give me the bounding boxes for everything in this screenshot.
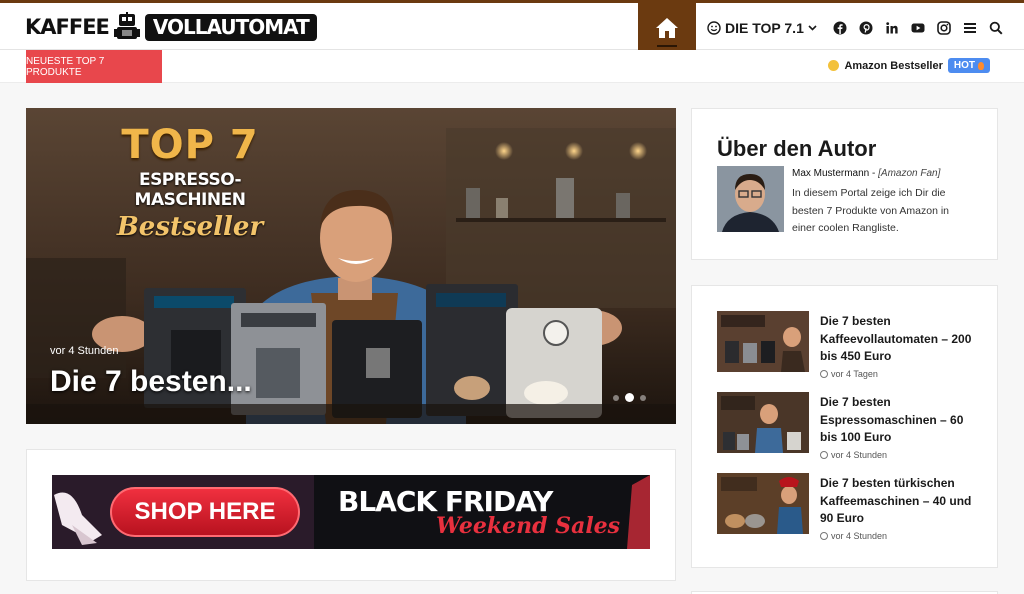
clock-icon [820,532,828,540]
hot-badge: HOT [947,58,990,73]
clock-icon [820,370,828,378]
ticker-item-text: Amazon Bestseller [844,59,943,72]
author-separator: - [869,168,879,179]
shop-here-button: SHOP HERE [110,487,300,537]
black-friday-banner[interactable]: SHOP HERE BLACK FRIDAY Weekend Sales [52,475,650,549]
hero-post-date: vor 4 Stunden [50,345,119,357]
hot-badge-label: HOT [953,60,975,71]
logo-word-kaffee: KAFFEE [25,15,110,39]
fire-icon [978,61,984,70]
menu-die-top-label: DIE TOP 7.1 [725,20,804,36]
hamburger-menu-icon[interactable] [957,17,983,39]
home-icon [656,18,678,38]
hero-badge-top: TOP 7 [121,122,259,168]
facebook-icon[interactable] [827,17,853,39]
linkedin-icon[interactable] [879,17,905,39]
slider-dots [613,393,646,402]
recent-post-thumbnail[interactable] [717,473,809,534]
home-button[interactable] [638,3,696,53]
author-bio: In diesem Portal zeige ich Dir die beste… [792,187,950,234]
author-avatar [717,166,784,232]
hero-badge: TOP 7 ESPRESSO-MASCHINEN Bestseller [90,122,290,242]
recent-post-date: vor 4 Stunden [820,450,887,460]
site-header: KAFFEE VOLLAUTOMAT DIE TOP 7.1 [0,3,1024,53]
recent-post-date-text: vor 4 Tagen [831,369,878,379]
author-heading: Über den Autor [717,136,877,161]
recent-post-date-text: vor 4 Stunden [831,450,888,460]
instagram-icon[interactable] [931,17,957,39]
author-role: [Amazon Fan] [878,168,941,179]
recent-post[interactable]: Die 7 besten Kaffeevollautomaten – 200 b… [717,311,987,379]
slider-dot[interactable] [640,394,646,401]
robot-logo-icon [113,12,140,39]
recent-post-title[interactable]: Die 7 besten türkischen Kaffeemaschinen … [820,475,980,528]
smiley-icon [707,21,721,35]
banner-weekend-sales: Weekend Sales [436,513,621,539]
slider-dot[interactable] [613,394,619,401]
recent-post-title[interactable]: Die 7 besten Espressomaschinen – 60 bis … [820,394,980,447]
hero-slider[interactable]: TOP 7 ESPRESSO-MASCHINEN Bestseller vor … [26,108,676,424]
recent-post-date: vor 4 Stunden [820,531,887,541]
recent-post-thumbnail[interactable] [717,392,809,453]
recent-post-thumbnail[interactable] [717,311,809,372]
news-ticker: NEUESTE TOP 7 PRODUKTE Amazon Bestseller… [0,50,1024,83]
clock-icon [820,451,828,459]
recent-post[interactable]: Die 7 besten türkischen Kaffeemaschinen … [717,473,987,541]
ad-card: SHOP HERE BLACK FRIDAY Weekend Sales [26,449,676,581]
hero-post-title[interactable]: Die 7 besten... [50,365,252,399]
author-name: Max Mustermann [792,168,870,179]
pinterest-icon[interactable] [853,17,879,39]
site-logo[interactable]: KAFFEE VOLLAUTOMAT [25,11,317,43]
hero-badge-script: Bestseller [116,212,264,242]
logo-word-vollautomat: VOLLAUTOMAT [144,13,317,41]
slider-dot-active[interactable] [625,393,634,402]
recent-post[interactable]: Die 7 besten Espressomaschinen – 60 bis … [717,392,987,460]
recent-post-date: vor 4 Tagen [820,369,878,379]
hero-badge-subtitle: ESPRESSO-MASCHINEN [134,170,246,210]
main-nav: DIE TOP 7.1 [707,17,1009,39]
recent-posts-widget: Die 7 besten Kaffeevollautomaten – 200 b… [691,285,998,568]
emoji-icon [828,60,840,71]
ticker-label[interactable]: NEUESTE TOP 7 PRODUKTE [26,50,162,83]
recent-post-date-text: vor 4 Stunden [831,531,888,541]
author-name-line: Max Mustermann - [Amazon Fan] [792,168,940,179]
recent-post-title[interactable]: Die 7 besten Kaffeevollautomaten – 200 b… [820,313,980,366]
youtube-icon[interactable] [905,17,931,39]
author-widget: Über den Autor Max Mustermann - [Amazon … [691,108,998,260]
chevron-down-icon [808,25,817,31]
menu-die-top[interactable]: DIE TOP 7.1 [707,20,817,36]
search-icon[interactable] [983,17,1009,39]
ticker-item[interactable]: Amazon Bestseller HOT [828,58,990,73]
home-active-indicator [657,45,677,47]
